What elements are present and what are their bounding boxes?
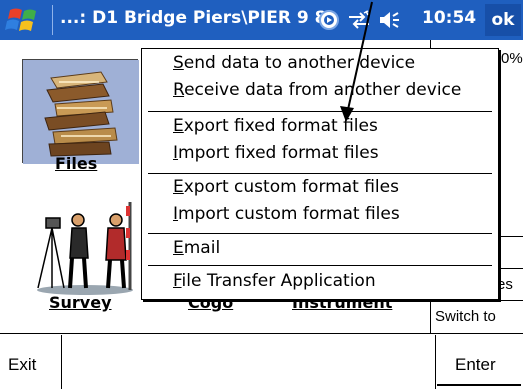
files-tile[interactable]	[22, 59, 139, 164]
menu-item-send-data[interactable]: Send data to another device	[173, 53, 415, 73]
survey-tile[interactable]	[30, 198, 140, 298]
clock[interactable]: 10:54	[422, 8, 476, 28]
surveyors-icon	[37, 202, 133, 295]
command-bar: Exit Enter	[0, 335, 523, 389]
menu-separator	[148, 111, 492, 112]
menu-item-export-fixed[interactable]: Export fixed format files	[173, 116, 378, 136]
menu-item-file-transfer[interactable]: File Transfer Application	[173, 271, 376, 291]
right-pane-percent: 0%	[501, 50, 523, 67]
media-icon[interactable]	[318, 9, 340, 31]
menu-item-email[interactable]: Email	[173, 238, 220, 258]
menu-item-receive-data[interactable]: Receive data from another device	[173, 80, 461, 100]
title-separator	[52, 5, 53, 35]
window-title: ...: D1 Bridge Piers\PIER 9 8	[60, 8, 327, 28]
exit-button[interactable]: Exit	[0, 335, 62, 389]
connectivity-icon[interactable]	[346, 9, 372, 31]
title-bar: ...: D1 Bridge Piers\PIER 9 8 10:54 ok	[0, 0, 523, 40]
menu-separator	[148, 173, 492, 174]
menu-item-import-custom[interactable]: Import custom format files	[173, 204, 400, 224]
ok-button[interactable]: ok	[485, 4, 521, 36]
menu-separator	[148, 265, 492, 266]
enter-button-edge	[437, 384, 521, 388]
right-pane-fragment-es: es	[497, 276, 513, 293]
survey-label[interactable]: Survey	[49, 293, 112, 312]
menu-separator	[148, 233, 492, 234]
menu-item-import-fixed[interactable]: Import fixed format files	[173, 143, 379, 163]
popup-menu: Send data to another device Receive data…	[141, 48, 499, 300]
right-pane-divider	[431, 300, 523, 301]
books-icon	[23, 60, 139, 164]
enter-button[interactable]: Enter	[435, 335, 523, 389]
speaker-icon[interactable]	[378, 9, 402, 31]
menu-item-export-custom[interactable]: Export custom format files	[173, 177, 399, 197]
status-icons	[318, 7, 402, 33]
files-label[interactable]: Files	[55, 154, 97, 173]
switch-to-button[interactable]: Switch to	[435, 308, 496, 325]
windows-start-icon[interactable]	[4, 4, 46, 36]
